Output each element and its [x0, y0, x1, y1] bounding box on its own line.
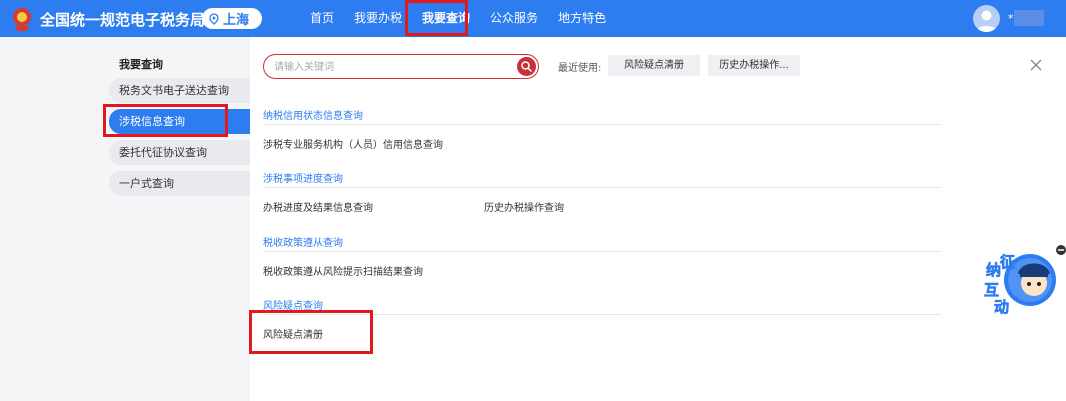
nav-home[interactable]: 首页 — [300, 0, 344, 37]
site-title[interactable]: 全国统一规范电子税务局 — [40, 9, 205, 30]
widget-char-1: 征 — [1000, 253, 1015, 271]
search-icon — [521, 61, 532, 72]
top-header: 全国统一规范电子税务局 上海 首页 我要办税 我要查询 公众服务 地方特色 * — [0, 0, 1066, 37]
region-label: 上海 — [223, 13, 250, 28]
tax-emblem-icon — [13, 8, 31, 31]
link-agency-credit-query[interactable]: 涉税专业服务机构（人员）信用信息查询 — [263, 136, 443, 151]
link-progress-result-query[interactable]: 办税进度及结果信息查询 — [263, 199, 373, 214]
close-icon[interactable] — [1029, 58, 1043, 72]
search-box — [263, 54, 539, 79]
nav-public-service[interactable]: 公众服务 — [480, 0, 548, 37]
widget-char-3: 互 — [984, 281, 999, 299]
username-redacted[interactable] — [1014, 10, 1044, 26]
username-mask: * — [1008, 12, 1014, 25]
widget-char-2: 纳 — [986, 261, 1001, 279]
region-selector[interactable]: 上海 — [202, 8, 262, 29]
recent-tag-risk-register[interactable]: 风险疑点清册 — [608, 55, 700, 76]
section-title-policy-compliance: 税收政策遵从查询 — [263, 238, 343, 249]
link-history-ops-query[interactable]: 历史办税操作查询 — [484, 199, 564, 214]
user-avatar[interactable] — [973, 5, 1000, 32]
divider — [263, 251, 941, 252]
divider — [263, 124, 941, 125]
user-icon — [976, 10, 997, 32]
interaction-widget[interactable]: 征 纳 互 动 — [980, 240, 1066, 320]
section-title-progress: 涉税事项进度查询 — [263, 174, 343, 185]
link-policy-risk-scan[interactable]: 税收政策遵从风险提示扫描结果查询 — [263, 263, 423, 278]
sidebar-item-one-stop-query[interactable]: 一户式查询 — [109, 171, 250, 196]
link-risk-register[interactable]: 风险疑点清册 — [263, 326, 323, 341]
mascot-icon: 征 纳 互 动 — [984, 245, 1066, 316]
section-title-credit-status: 纳税信用状态信息查询 — [263, 111, 363, 122]
nav-local-feature[interactable]: 地方特色 — [548, 0, 616, 37]
sidebar-item-agency-agreement[interactable]: 委托代征协议查询 — [109, 140, 250, 165]
section-title-risk-query: 风险疑点查询 — [263, 301, 323, 312]
query-panel: 最近使用: 风险疑点清册 历史办税操作... 纳税信用状态信息查询 涉税专业服务… — [250, 37, 1066, 401]
divider — [263, 314, 941, 315]
recent-used-label: 最近使用: — [558, 63, 602, 74]
divider — [263, 187, 941, 188]
nav-query[interactable]: 我要查询 — [412, 0, 480, 37]
location-pin-icon — [209, 12, 219, 25]
recent-tag-history-ops[interactable]: 历史办税操作... — [708, 55, 800, 76]
nav-tax-handling[interactable]: 我要办税 — [344, 0, 412, 37]
search-input[interactable] — [274, 59, 504, 75]
sidebar-title: 我要查询 — [119, 58, 163, 71]
main-nav: 首页 我要办税 我要查询 公众服务 地方特色 — [300, 0, 616, 37]
sidebar: 我要查询 税务文书电子送达查询 涉税信息查询 委托代征协议查询 一户式查询 — [0, 37, 250, 401]
widget-char-4: 动 — [994, 298, 1009, 316]
search-button[interactable] — [517, 57, 536, 76]
sidebar-item-tax-document-delivery[interactable]: 税务文书电子送达查询 — [109, 78, 250, 103]
sidebar-item-tax-info-query[interactable]: 涉税信息查询 — [109, 109, 250, 134]
